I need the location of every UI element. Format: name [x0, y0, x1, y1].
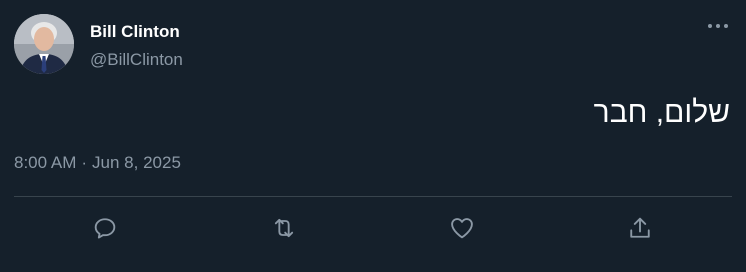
share-button[interactable]: [624, 212, 656, 244]
comment-icon: [94, 218, 116, 239]
like-button[interactable]: [446, 212, 478, 244]
share-icon: [630, 217, 650, 238]
divider: [14, 196, 732, 197]
tweet-card: Bill Clinton @BillClinton שלום, חבר 8:00…: [0, 0, 746, 272]
avatar[interactable]: [14, 14, 74, 74]
action-bar: [0, 208, 746, 248]
tweet-time: 8:00 AM: [14, 153, 77, 172]
more-options-button[interactable]: [706, 16, 730, 36]
more-dots-icon: [708, 24, 728, 28]
tweet-date: Jun 8, 2025: [92, 153, 181, 172]
heart-icon: [451, 218, 473, 239]
tweet-text: שלום, חבר: [593, 96, 730, 129]
tweet-timestamp[interactable]: 8:00 AM · Jun 8, 2025: [14, 152, 181, 174]
retweet-button[interactable]: [268, 212, 300, 244]
avatar-photo-icon: [14, 14, 74, 74]
display-name[interactable]: Bill Clinton: [90, 22, 180, 42]
reply-button[interactable]: [89, 212, 121, 244]
retweet-icon: [274, 218, 294, 238]
meta-separator: ·: [81, 153, 88, 172]
user-handle[interactable]: @BillClinton: [90, 50, 183, 70]
